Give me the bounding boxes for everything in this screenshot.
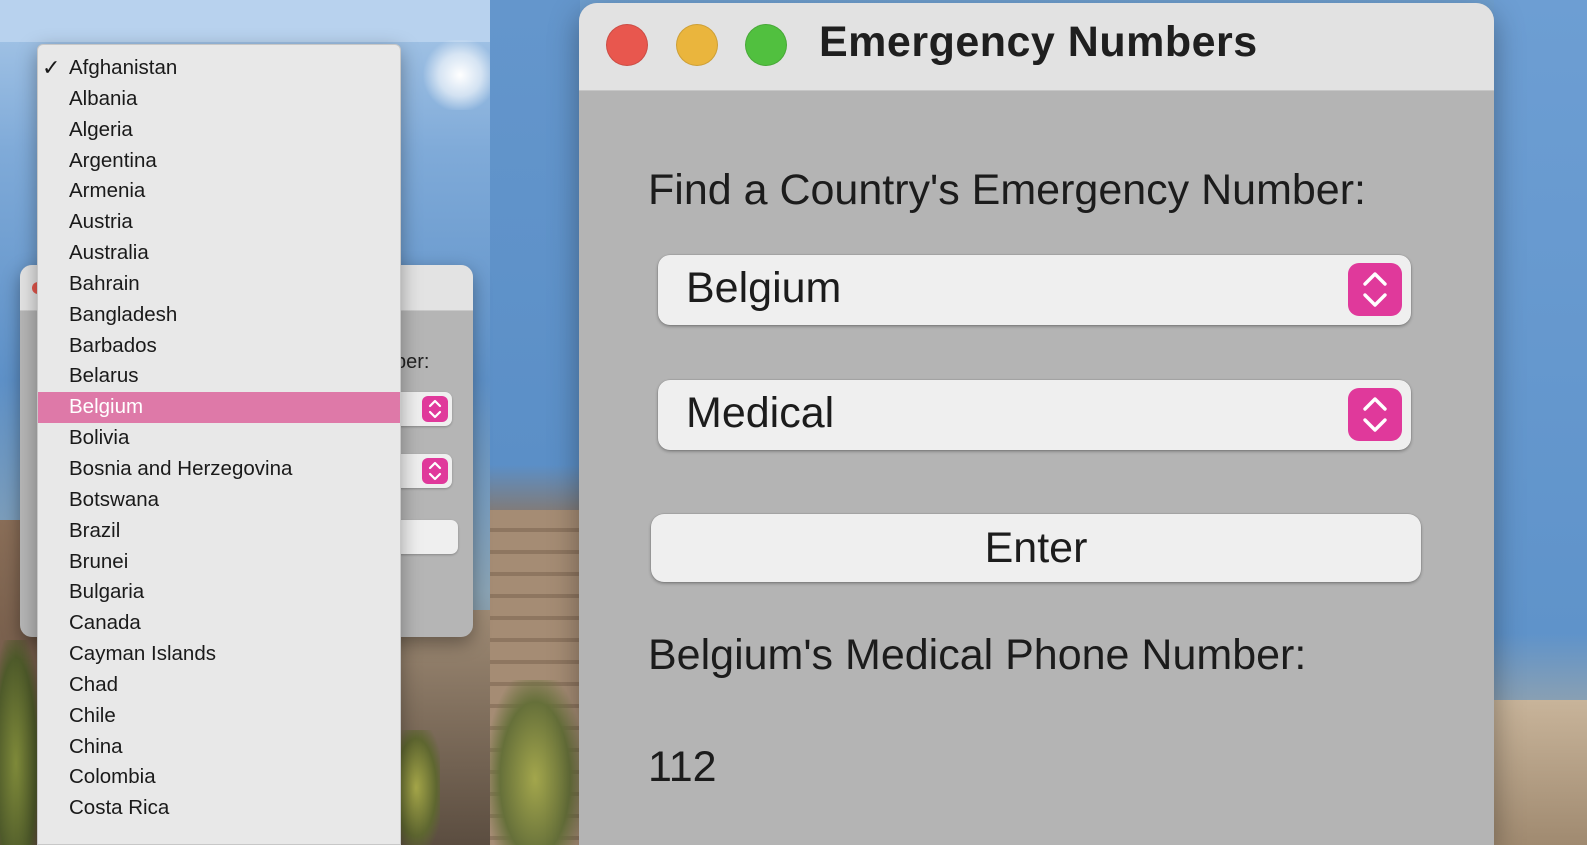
- dropdown-item-label: Austria: [69, 210, 133, 234]
- wallpaper-tree: [490, 680, 580, 845]
- country-dropdown-menu[interactable]: ✓ Afghanistan Albania Algeria Argentina Armen…: [37, 44, 401, 845]
- dropdown-item-label: China: [69, 734, 123, 758]
- chevron-up-down-icon: [1348, 263, 1402, 316]
- dropdown-item-label: Chile: [69, 703, 116, 727]
- wallpaper-tree: [400, 730, 440, 845]
- dropdown-item-label: Chad: [69, 672, 119, 696]
- dropdown-item-label: Argentina: [69, 148, 157, 172]
- dropdown-item[interactable]: Albania: [38, 84, 400, 115]
- wallpaper-tree: [0, 640, 40, 845]
- dropdown-item[interactable]: Brazil: [38, 516, 400, 547]
- dropdown-item-label: Brazil: [69, 518, 121, 542]
- dropdown-item[interactable]: Bolivia: [38, 423, 400, 454]
- dropdown-item[interactable]: Colombia: [38, 762, 400, 793]
- close-button[interactable]: [606, 24, 648, 66]
- dropdown-item-label: Bangladesh: [69, 302, 178, 326]
- dropdown-item-label: Australia: [69, 241, 149, 265]
- dropdown-item[interactable]: Belgium: [38, 392, 400, 424]
- dropdown-item[interactable]: Bangladesh: [38, 300, 400, 331]
- dropdown-item[interactable]: Brunei: [38, 547, 400, 578]
- dropdown-item-label: Bulgaria: [69, 580, 145, 604]
- dropdown-item[interactable]: Chad: [38, 670, 400, 701]
- result-phone-number: 112: [648, 743, 717, 791]
- dropdown-item[interactable]: Australia: [38, 238, 400, 269]
- chevron-up-down-icon: [1348, 388, 1402, 441]
- dropdown-item-label: Cayman Islands: [69, 642, 216, 666]
- dropdown-item-label: Costa Rica: [69, 796, 170, 820]
- dropdown-item[interactable]: Austria: [38, 207, 400, 238]
- dropdown-item[interactable]: Armenia: [38, 176, 400, 207]
- window-title: Emergency Numbers: [819, 18, 1258, 66]
- dropdown-item-label: Bolivia: [69, 426, 130, 450]
- dropdown-item-label: Botswana: [69, 487, 160, 511]
- dropdown-item-label: Afghanistan: [69, 56, 178, 79]
- desktop-wallpaper-middle: [490, 0, 580, 845]
- service-type-select-value: Medical: [686, 389, 835, 437]
- desktop-wallpaper-right: [1494, 0, 1587, 845]
- dropdown-item-label: Brunei: [69, 549, 129, 573]
- dropdown-item[interactable]: Barbados: [38, 331, 400, 362]
- country-select[interactable]: Belgium: [658, 255, 1411, 325]
- dropdown-item[interactable]: Chile: [38, 701, 400, 732]
- zoom-button[interactable]: [745, 24, 787, 66]
- wallpaper-building: [1494, 700, 1587, 845]
- dropdown-item-label: Algeria: [69, 117, 133, 141]
- dropdown-item-label: Colombia: [69, 765, 156, 789]
- dropdown-item[interactable]: Bahrain: [38, 269, 400, 300]
- find-country-prompt: Find a Country's Emergency Number:: [648, 166, 1366, 214]
- dropdown-item[interactable]: Argentina: [38, 146, 400, 177]
- enter-button[interactable]: Enter: [651, 514, 1421, 582]
- dropdown-item[interactable]: Botswana: [38, 485, 400, 516]
- dropdown-item[interactable]: Bulgaria: [38, 577, 400, 608]
- result-label: Belgium's Medical Phone Number:: [648, 631, 1307, 679]
- dropdown-item[interactable]: Belarus: [38, 361, 400, 392]
- dropdown-item[interactable]: Canada: [38, 608, 400, 639]
- chevron-up-down-icon: [422, 458, 448, 484]
- background-window-titlebar-strip: [0, 0, 490, 42]
- dropdown-item-label: Bahrain: [69, 271, 140, 295]
- dropdown-item[interactable]: ✓ Afghanistan: [38, 53, 400, 84]
- wallpaper-cloud: [420, 40, 490, 110]
- chevron-up-down-icon: [422, 396, 448, 422]
- checkmark-icon: ✓: [42, 55, 61, 80]
- minimize-button[interactable]: [676, 24, 718, 66]
- dropdown-item[interactable]: China: [38, 732, 400, 763]
- dropdown-item-label: Barbados: [69, 333, 157, 357]
- dropdown-item-label: Armenia: [69, 179, 146, 203]
- window-titlebar[interactable]: Emergency Numbers: [579, 3, 1494, 91]
- dropdown-item[interactable]: Costa Rica: [38, 793, 400, 824]
- dropdown-item[interactable]: Cayman Islands: [38, 639, 400, 670]
- service-type-select[interactable]: Medical: [658, 380, 1411, 450]
- dropdown-item-label: Belgium: [69, 395, 144, 419]
- dropdown-item-label: Belarus: [69, 364, 139, 388]
- dropdown-item-label: Albania: [69, 86, 138, 110]
- dropdown-item-label: Bosnia and Herzegovina: [69, 456, 293, 480]
- dropdown-item[interactable]: Algeria: [38, 115, 400, 146]
- dropdown-item-label: Canada: [69, 611, 141, 635]
- dropdown-item[interactable]: Bosnia and Herzegovina: [38, 454, 400, 485]
- country-select-value: Belgium: [686, 264, 842, 312]
- emergency-numbers-window: Emergency Numbers Find a Country's Emerg…: [579, 3, 1494, 845]
